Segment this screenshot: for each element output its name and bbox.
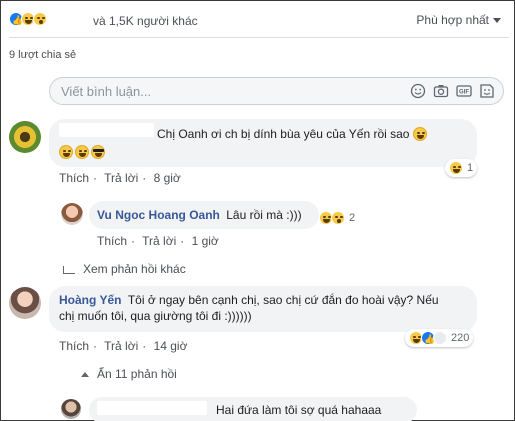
haha-icon	[449, 161, 463, 175]
timestamp[interactable]: 14 giờ	[154, 339, 188, 353]
caret-up-icon	[81, 372, 89, 378]
comment-text-line: Tôi ở ngay bên cạnh chị, sao chị cứ đắn …	[127, 293, 439, 307]
hide-replies-label: Ẩn 11 phản hồi	[97, 367, 177, 381]
sort-dropdown[interactable]: Phù hợp nhất	[416, 13, 501, 27]
reply-text: Vu Ngoc Hoang Oanh Lâu rồi mà :)))	[97, 207, 302, 223]
comment-text: Chị Oanh ơi ch bị dính bùa yêu của Yến r…	[157, 126, 428, 142]
reaction-count: 1	[467, 162, 474, 174]
hide-replies-link[interactable]: Ẩn 11 phản hồi	[81, 367, 177, 381]
separator-dot: ·	[131, 234, 136, 248]
avatar[interactable]	[9, 121, 41, 153]
haha-emoji-icon	[59, 145, 73, 159]
other-reaction-icon	[433, 331, 447, 345]
comments-panel: và 1,5K người khác Phù hợp nhất 9 lượt c…	[0, 0, 515, 421]
more-replies-label: Xem phản hồi khác	[83, 262, 186, 276]
reaction-count-text[interactable]: và 1,5K người khác	[93, 14, 198, 28]
camera-icon[interactable]	[433, 83, 449, 99]
haha-emoji-icon	[75, 145, 89, 159]
redacted-author-name	[59, 123, 154, 137]
like-link[interactable]: Thích	[59, 339, 89, 353]
reply-link[interactable]: Trả lời	[142, 234, 176, 248]
reply-link[interactable]: Trả lời	[104, 339, 138, 353]
divider	[9, 37, 509, 38]
wow-icon	[331, 211, 345, 225]
comment-input-tools: GIF	[410, 83, 495, 99]
share-count[interactable]: 9 lượt chia sẻ	[9, 49, 76, 61]
haha-emoji-icon	[413, 127, 428, 141]
author-name[interactable]: Hoàng Yến	[59, 293, 121, 307]
comment-text-line: Chị Oanh ơi ch bị dính bùa yêu của Yến r…	[157, 127, 410, 141]
author-name[interactable]: Vu Ngoc Hoang Oanh	[97, 208, 220, 222]
timestamp[interactable]: 8 giờ	[154, 171, 181, 185]
separator-dot: ·	[142, 339, 147, 353]
comment-emoji-row	[59, 145, 105, 159]
avatar[interactable]	[61, 203, 83, 225]
sort-label: Phù hợp nhất	[416, 13, 489, 27]
reply-link[interactable]: Trả lời	[104, 171, 138, 185]
sunglasses-emoji-icon	[91, 145, 105, 159]
separator-dot: ·	[142, 171, 147, 185]
reaction-pill[interactable]: 2	[315, 209, 359, 227]
timestamp[interactable]: 1 giờ	[192, 234, 219, 248]
comment-text-line: chị muốn tôi, qua giường tôi đi :))))))	[59, 309, 252, 323]
reaction-pill[interactable]: 1	[445, 159, 478, 177]
reply-actions: Thích · Trả lời · 1 giờ	[97, 234, 223, 248]
gif-icon[interactable]: GIF	[456, 83, 472, 99]
avatar[interactable]	[61, 399, 81, 419]
reaction-pill[interactable]: 220	[405, 329, 474, 347]
reply-arrow-icon	[63, 265, 75, 274]
separator-dot: ·	[93, 171, 98, 185]
separator-dot: ·	[180, 234, 185, 248]
reaction-icons[interactable]	[9, 12, 47, 27]
avatar[interactable]	[9, 287, 41, 319]
like-link[interactable]: Thích	[97, 234, 127, 248]
comment-actions: Thích · Trả lời · 8 giờ	[59, 171, 185, 185]
comment-input-placeholder: Viết bình luận...	[61, 84, 152, 99]
reaction-summary-bar: và 1,5K người khác Phù hợp nhất	[9, 9, 509, 31]
more-replies-link[interactable]: Xem phản hồi khác	[63, 262, 186, 276]
svg-text:GIF: GIF	[459, 90, 469, 96]
wow-icon	[33, 12, 47, 26]
reaction-count: 2	[349, 212, 356, 224]
reply-content: Lâu rồi mà :)))	[226, 208, 302, 222]
caret-down-icon	[493, 18, 501, 24]
comment-actions: Thích · Trả lời · 14 giờ	[59, 339, 191, 353]
comment-bubble: Hoàng Yến Tôi ở ngay bên cạnh chị, sao c…	[49, 286, 477, 332]
reply-bubble: Vu Ngoc Hoang Oanh Lâu rồi mà :)))	[89, 201, 319, 229]
comment-bubble: Chị Oanh ơi ch bị dính bùa yêu của Yến r…	[49, 119, 477, 167]
sticker-icon[interactable]	[479, 83, 495, 99]
emoji-icon[interactable]	[410, 83, 426, 99]
redacted-author-name	[97, 401, 207, 415]
like-link[interactable]: Thích	[59, 171, 89, 185]
comment-input[interactable]: Viết bình luận... GIF	[49, 77, 504, 105]
comment-text: Hoàng Yến Tôi ở ngay bên cạnh chị, sao c…	[59, 292, 469, 324]
reaction-count: 220	[451, 332, 470, 344]
separator-dot: ·	[93, 339, 98, 353]
reply-bubble: Hai đứa làm tôi sợ quá hahaaa	[89, 397, 417, 421]
reply-content: Hai đứa làm tôi sợ quá hahaaa	[216, 403, 382, 417]
